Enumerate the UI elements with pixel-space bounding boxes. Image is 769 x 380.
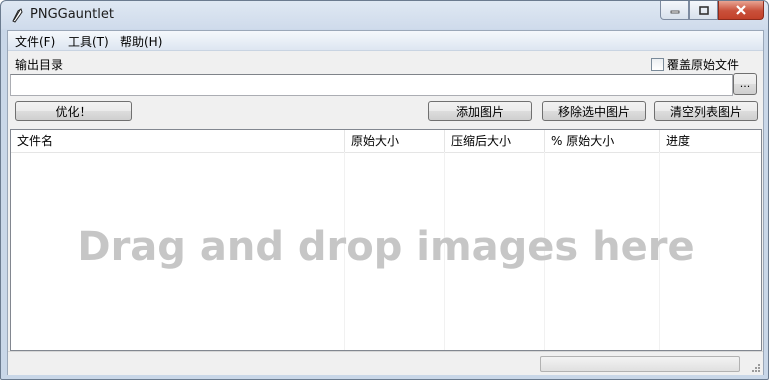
- menu-tools[interactable]: 工具(T): [68, 33, 109, 50]
- remove-selected-button[interactable]: 移除选中图片: [542, 101, 646, 121]
- list-header: 文件名 原始大小 压缩后大小 % 原始大小 进度: [11, 130, 761, 153]
- pen-nib-icon: [12, 8, 23, 23]
- column-compressed-size[interactable]: 压缩后大小: [445, 130, 545, 152]
- close-icon: [736, 5, 746, 15]
- column-progress[interactable]: 进度: [660, 130, 761, 152]
- close-button[interactable]: [718, 1, 764, 20]
- minimize-icon: [670, 10, 679, 14]
- column-percent-original[interactable]: % 原始大小: [545, 130, 660, 152]
- client-area: 文件(F) 工具(T) 帮助(H) 输出目录 覆盖原始文件 ... 优化！ 添加…: [7, 30, 764, 375]
- progress-bar: [540, 356, 740, 372]
- menu-file[interactable]: 文件(F): [15, 33, 55, 50]
- column-original-size[interactable]: 原始大小: [345, 130, 445, 152]
- resize-grip-icon[interactable]: [751, 363, 761, 373]
- window-title: PNGGauntlet: [30, 7, 114, 22]
- browse-button[interactable]: ...: [733, 73, 757, 95]
- add-images-button[interactable]: 添加图片: [428, 101, 532, 121]
- output-dir-label: 输出目录: [15, 58, 64, 72]
- column-filename[interactable]: 文件名: [11, 130, 345, 152]
- menu-help[interactable]: 帮助(H): [120, 33, 162, 50]
- minimize-button[interactable]: [660, 1, 689, 20]
- app-window: PNGGauntlet 文件(F) 工具(T) 帮助(H) 输出目录 覆盖原始文…: [0, 0, 769, 380]
- menu-bar: 文件(F) 工具(T) 帮助(H): [8, 31, 763, 51]
- caption-buttons: [660, 1, 764, 21]
- title-bar[interactable]: PNGGauntlet: [1, 1, 768, 30]
- image-list[interactable]: 文件名 原始大小 压缩后大小 % 原始大小 进度 Drag and drop i…: [10, 129, 762, 351]
- maximize-button[interactable]: [689, 1, 718, 20]
- overwrite-checkbox[interactable]: [651, 58, 664, 71]
- drop-hint: Drag and drop images here: [77, 224, 695, 270]
- maximize-icon: [698, 5, 709, 15]
- overwrite-label[interactable]: 覆盖原始文件: [667, 56, 739, 73]
- status-bar: [8, 351, 763, 375]
- clear-list-button[interactable]: 清空列表图片: [654, 101, 758, 121]
- optimize-button[interactable]: 优化！: [15, 101, 132, 121]
- output-dir-input[interactable]: [10, 74, 733, 96]
